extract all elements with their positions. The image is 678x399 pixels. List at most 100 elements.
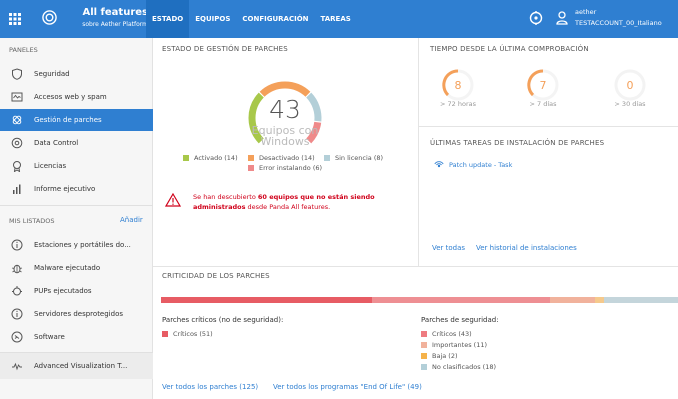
panels-heading: PANELES bbox=[9, 46, 38, 54]
patch-status-title: ESTADO DE GESTIÓN DE PARCHES bbox=[162, 45, 288, 53]
legend-swatch bbox=[183, 155, 189, 161]
legend-baja[interactable]: Baja (2) bbox=[421, 352, 458, 360]
license-icon bbox=[0, 160, 34, 172]
criticality-title: CRITICIDAD DE LOS PARCHES bbox=[162, 272, 270, 280]
criticality-bar[interactable] bbox=[161, 297, 678, 303]
time-check-title: TIEMPO DESDE LA ÚLTIMA COMPROBACIÓN bbox=[430, 45, 589, 53]
criticality-bar-segment[interactable] bbox=[603, 297, 678, 303]
time-value-7d[interactable]: 7 bbox=[523, 79, 563, 92]
sidebar-item-licencias[interactable]: Licencias bbox=[0, 155, 153, 177]
legend-error-instalando[interactable]: Error instalando (6) bbox=[248, 164, 322, 172]
sidebar-item-label: Malware ejecutado bbox=[34, 264, 101, 272]
critical-patches-title: Parches críticos (no de seguridad): bbox=[162, 316, 284, 324]
sidebar-item-label: Software bbox=[34, 333, 65, 341]
patch-icon bbox=[0, 114, 34, 126]
tab-tareas[interactable]: TAREAS bbox=[315, 0, 357, 38]
legend-label: Baja (2) bbox=[432, 352, 458, 360]
sidebar-item-label: Seguridad bbox=[34, 70, 70, 78]
task-icon bbox=[434, 161, 444, 168]
gauge-total: 43 bbox=[269, 95, 301, 124]
criticality-bar-segment[interactable] bbox=[161, 297, 372, 303]
sidebar-item-accesos-web[interactable]: Accesos web y spam bbox=[0, 86, 153, 108]
product-subtitle: sobre Aether Platform bbox=[82, 21, 148, 28]
pup-icon bbox=[0, 285, 34, 297]
sidebar-item-label: Advanced Visualization T... bbox=[34, 362, 128, 370]
app-grid-icon[interactable] bbox=[0, 0, 30, 38]
sidebar: PANELES Seguridad Accesos web y spam Ges… bbox=[0, 38, 153, 399]
warning-text: desde Panda All features. bbox=[247, 203, 331, 211]
time-label-30d: > 30 días bbox=[614, 100, 646, 108]
legend-criticos-seguridad[interactable]: Críticos (43) bbox=[421, 330, 472, 338]
sidebar-item-gestion-parches[interactable]: Gestión de parches bbox=[0, 109, 153, 131]
time-label-7d: > 7 días bbox=[529, 100, 557, 108]
sidebar-item-label: Data Control bbox=[34, 139, 79, 147]
sidebar-list-malware[interactable]: Malware ejecutado bbox=[0, 257, 153, 279]
legend-desactivado[interactable]: Desactivado (14) bbox=[248, 154, 315, 162]
sidebar-item-seguridad[interactable]: Seguridad bbox=[0, 63, 153, 85]
user-icon[interactable] bbox=[556, 11, 568, 25]
criticality-bar-segment[interactable] bbox=[549, 297, 596, 303]
software-icon bbox=[0, 331, 34, 343]
sidebar-item-data-control[interactable]: Data Control bbox=[0, 132, 153, 154]
main-nav: ESTADO EQUIPOS CONFIGURACIÓN TAREAS bbox=[146, 0, 357, 38]
task-name[interactable]: Patch update - Task bbox=[449, 161, 512, 169]
bug-icon bbox=[0, 262, 34, 274]
gauge-segment[interactable] bbox=[259, 81, 311, 97]
sidebar-item-label: Servidores desprotegidos bbox=[34, 310, 124, 318]
legend-swatch bbox=[162, 331, 168, 337]
legend-criticos-no-seguridad[interactable]: Críticos (51) bbox=[162, 330, 213, 338]
view-install-history-link[interactable]: Ver historial de instalaciones bbox=[476, 244, 577, 252]
tab-configuracion[interactable]: CONFIGURACIÓN bbox=[236, 0, 314, 38]
time-value-72h[interactable]: 8 bbox=[438, 79, 478, 92]
sidebar-list-pups[interactable]: PUPs ejecutados bbox=[0, 280, 153, 302]
account-name[interactable]: TESTACCOUNT_00_Italiano bbox=[575, 19, 662, 27]
legend-swatch bbox=[248, 165, 254, 171]
shield-icon bbox=[0, 68, 34, 80]
panel-divider bbox=[418, 38, 419, 266]
legend-importantes[interactable]: Importantes (11) bbox=[421, 341, 487, 349]
legend-label: Desactivado (14) bbox=[259, 154, 315, 162]
sidebar-item-advanced-visualization[interactable]: Advanced Visualization T... bbox=[0, 353, 153, 379]
warning-icon bbox=[165, 193, 181, 207]
legend-label: Críticos (43) bbox=[432, 330, 472, 338]
panel-divider bbox=[419, 126, 678, 127]
time-value-30d[interactable]: 0 bbox=[610, 79, 650, 92]
sidebar-list-software[interactable]: Software bbox=[0, 326, 153, 348]
sidebar-list-estaciones[interactable]: Estaciones y portátiles do... bbox=[0, 234, 153, 256]
legend-label: Críticos (51) bbox=[173, 330, 213, 338]
user-name[interactable]: aether bbox=[575, 8, 596, 16]
legend-sin-licencia[interactable]: Sin licencia (8) bbox=[324, 154, 383, 162]
tab-estado[interactable]: ESTADO bbox=[146, 0, 190, 38]
legend-no-clasificados[interactable]: No clasificados (18) bbox=[421, 363, 496, 371]
warning-text: Se han descubierto bbox=[193, 193, 256, 201]
product-title: All features bbox=[82, 7, 148, 18]
criticality-bar-segment[interactable] bbox=[595, 297, 604, 303]
add-list-link[interactable]: Añadir bbox=[120, 216, 143, 224]
task-row[interactable]: Patch update - Task bbox=[434, 160, 512, 170]
legend-swatch bbox=[324, 155, 330, 161]
legend-swatch bbox=[421, 342, 427, 348]
sidebar-item-label: Licencias bbox=[34, 162, 67, 170]
legend-activado[interactable]: Activado (14) bbox=[183, 154, 238, 162]
criticality-bar-segment[interactable] bbox=[371, 297, 550, 303]
legend-label: Error instalando (6) bbox=[259, 164, 323, 172]
brand-logo-icon bbox=[42, 10, 57, 25]
view-all-tasks-link[interactable]: Ver todas bbox=[432, 244, 465, 252]
tab-equipos[interactable]: EQUIPOS bbox=[189, 0, 236, 38]
sidebar-list-servidores[interactable]: Servidores desprotegidos bbox=[0, 303, 153, 325]
legend-swatch bbox=[421, 353, 427, 359]
sidebar-item-label: Informe ejecutivo bbox=[34, 185, 96, 193]
legend-label: Sin licencia (8) bbox=[335, 154, 384, 162]
sidebar-item-informe-ejecutivo[interactable]: Informe ejecutivo bbox=[0, 178, 153, 200]
info-icon bbox=[0, 308, 34, 320]
top-bar: All features sobre Aether Platform ESTAD… bbox=[0, 0, 678, 38]
legend-label: Importantes (11) bbox=[432, 341, 488, 349]
wave-icon bbox=[0, 360, 34, 372]
unmanaged-warning[interactable]: Se han descubierto 60 equipos que no est… bbox=[193, 192, 403, 212]
sidebar-item-label: Gestión de parches bbox=[34, 116, 102, 124]
view-all-patches-link[interactable]: Ver todos los parches (125) bbox=[162, 383, 258, 391]
status-icon[interactable] bbox=[529, 11, 543, 25]
view-eol-programs-link[interactable]: Ver todos los programas "End Of Life" (4… bbox=[273, 383, 422, 391]
data-control-icon bbox=[0, 137, 34, 149]
sidebar-item-label: Estaciones y portátiles do... bbox=[34, 241, 131, 249]
